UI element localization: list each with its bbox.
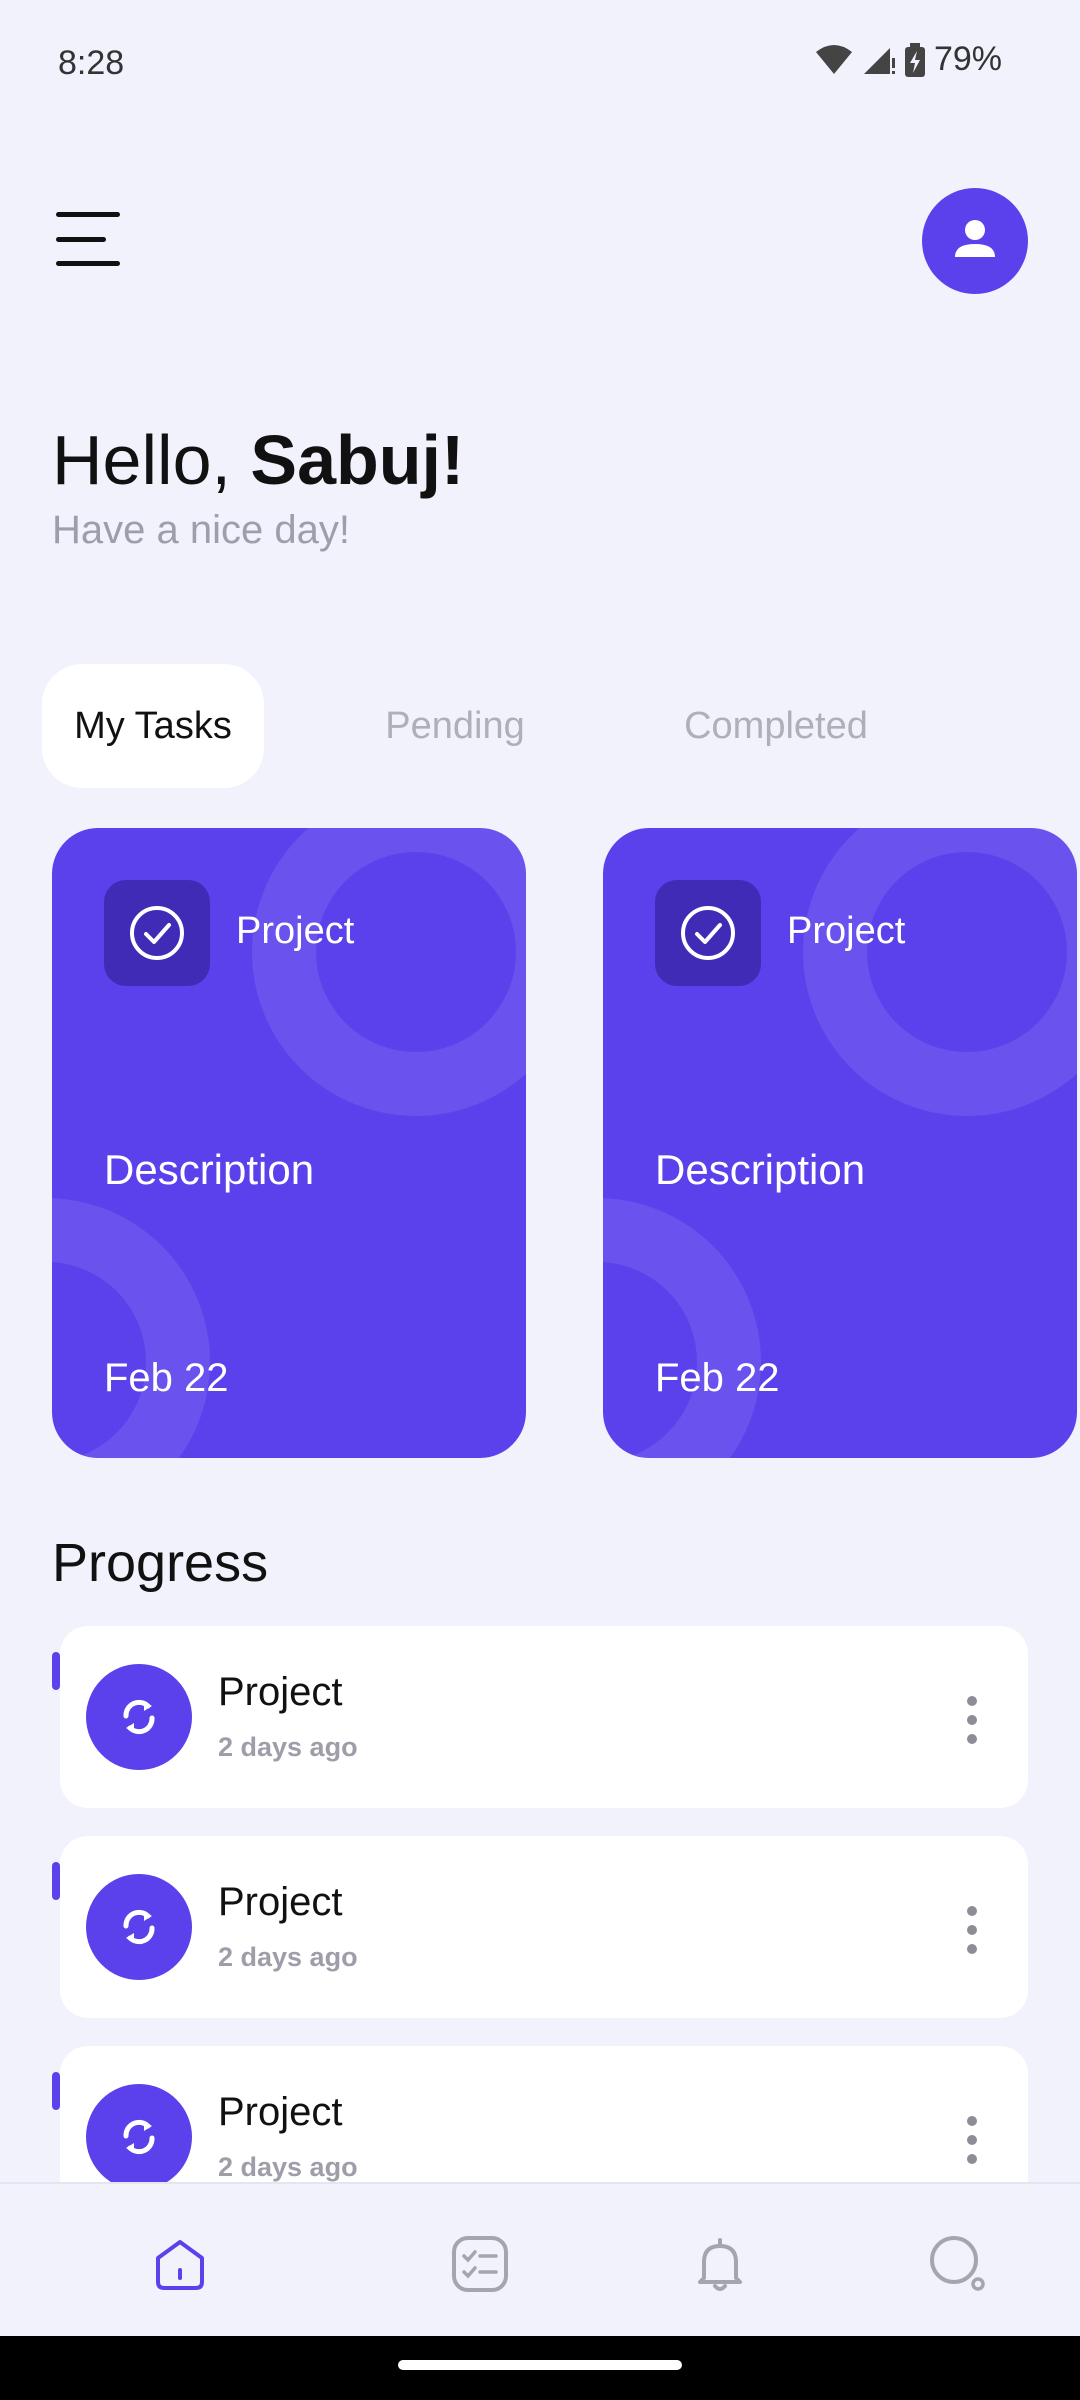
status-time: 8:28 bbox=[58, 44, 125, 82]
more-options-icon[interactable] bbox=[962, 1906, 982, 1954]
cell-signal-icon bbox=[862, 44, 896, 76]
task-card-title: Project bbox=[236, 910, 355, 952]
progress-item-title: Project bbox=[218, 1880, 343, 1924]
more-options-icon[interactable] bbox=[962, 2116, 982, 2164]
greeting-subtitle: Have a nice day! bbox=[52, 508, 350, 552]
tab-completed[interactable]: Completed bbox=[650, 664, 902, 788]
bell-icon[interactable] bbox=[680, 2224, 760, 2304]
task-card-description: Description bbox=[104, 1146, 315, 1193]
search-icon[interactable] bbox=[918, 2224, 998, 2304]
greeting-heading: Hello, Sabuj! bbox=[52, 420, 464, 500]
sync-icon bbox=[86, 1874, 192, 1980]
progress-item[interactable]: Project 2 days ago bbox=[52, 1836, 1028, 2018]
user-icon bbox=[953, 217, 997, 266]
wifi-icon bbox=[814, 44, 854, 76]
progress-item-title: Project bbox=[218, 1670, 343, 1714]
task-card-description: Description bbox=[655, 1146, 866, 1193]
task-card-date: Feb 22 bbox=[655, 1356, 780, 1400]
task-card-date: Feb 22 bbox=[104, 1356, 229, 1400]
task-card[interactable]: Project Description Feb 22 bbox=[603, 828, 1077, 1458]
check-circle-icon bbox=[655, 880, 761, 986]
checklist-icon[interactable] bbox=[440, 2224, 520, 2304]
progress-item-title: Project bbox=[218, 2090, 343, 2134]
battery-icon bbox=[904, 42, 926, 77]
tab-pending[interactable]: Pending bbox=[350, 664, 560, 788]
tab-my-tasks[interactable]: My Tasks bbox=[42, 664, 264, 788]
sync-icon bbox=[86, 2084, 192, 2190]
bottom-navigation bbox=[0, 2182, 1080, 2338]
task-card-title: Project bbox=[787, 910, 906, 952]
more-options-icon[interactable] bbox=[962, 1696, 982, 1744]
progress-item-time: 2 days ago bbox=[218, 2152, 358, 2182]
progress-item-time: 2 days ago bbox=[218, 1732, 358, 1762]
task-card[interactable]: Project Description Feb 22 bbox=[52, 828, 526, 1458]
progress-heading: Progress bbox=[52, 1533, 269, 1593]
menu-icon[interactable] bbox=[56, 212, 126, 266]
progress-item-time: 2 days ago bbox=[218, 1942, 358, 1972]
home-icon[interactable] bbox=[140, 2224, 220, 2304]
progress-item[interactable]: Project 2 days ago bbox=[52, 1626, 1028, 1808]
greeting-hello: Hello, bbox=[52, 421, 251, 499]
profile-avatar-button[interactable] bbox=[922, 188, 1028, 294]
battery-percent: 79% bbox=[933, 40, 1002, 78]
sync-icon bbox=[86, 1664, 192, 1770]
status-icons: 79% bbox=[814, 40, 1002, 79]
system-navigation-bar bbox=[0, 2336, 1080, 2400]
home-gesture-handle[interactable] bbox=[398, 2360, 682, 2370]
check-circle-icon bbox=[104, 880, 210, 986]
greeting-name: Sabuj! bbox=[250, 421, 465, 499]
